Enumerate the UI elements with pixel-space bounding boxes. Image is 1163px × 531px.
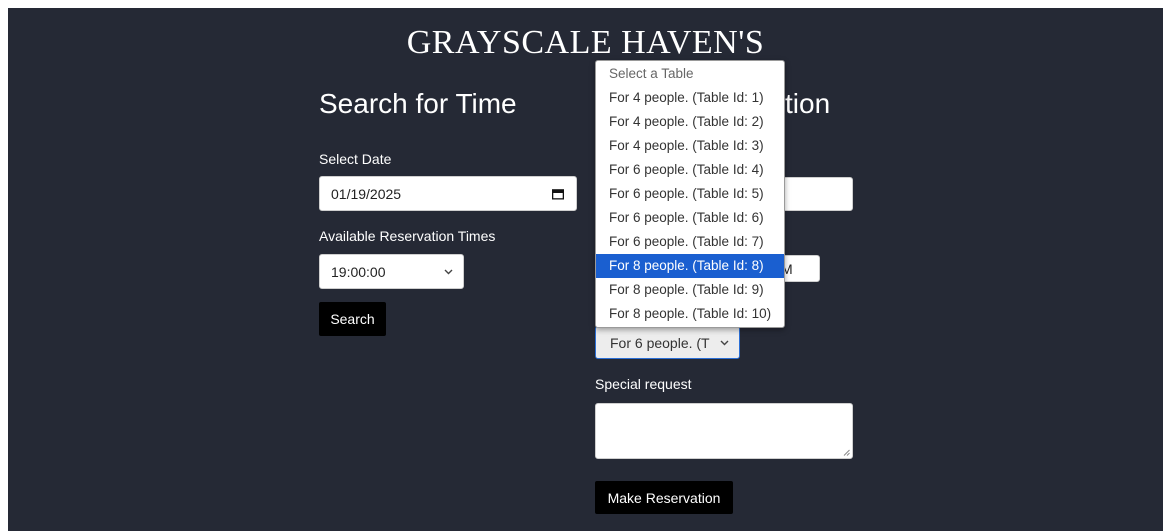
table-option[interactable]: For 4 people. (Table Id: 1) xyxy=(596,86,784,110)
table-select-value: For 6 people. (T xyxy=(610,334,710,351)
table-option[interactable]: For 8 people. (Table Id: 10) xyxy=(596,302,784,326)
table-option[interactable]: For 6 people. (Table Id: 7) xyxy=(596,230,784,254)
available-times-label: Available Reservation Times xyxy=(319,228,496,244)
chevron-down-icon xyxy=(444,269,453,274)
site-title: GRAYSCALE HAVEN'S xyxy=(406,24,765,61)
time-select-value: 19:00:00 xyxy=(331,263,386,280)
time-select[interactable]: 19:00:00 xyxy=(319,254,464,289)
table-option-highlighted[interactable]: For 8 people. (Table Id: 8) xyxy=(596,254,784,278)
date-value: 01/19/2025 xyxy=(331,185,402,202)
table-dropdown-list[interactable]: Select a Table For 4 people. (Table Id: … xyxy=(595,60,785,328)
special-request-textarea[interactable] xyxy=(595,403,853,459)
table-option[interactable]: Select a Table xyxy=(596,62,784,86)
search-button[interactable]: Search xyxy=(319,302,386,336)
resize-grip-icon[interactable] xyxy=(843,449,850,456)
table-option[interactable]: For 6 people. (Table Id: 5) xyxy=(596,182,784,206)
table-option[interactable]: For 8 people. (Table Id: 9) xyxy=(596,278,784,302)
table-option[interactable]: For 4 people. (Table Id: 2) xyxy=(596,110,784,134)
table-option[interactable]: For 6 people. (Table Id: 6) xyxy=(596,206,784,230)
select-date-label: Select Date xyxy=(319,151,392,167)
table-select[interactable]: For 6 people. (T xyxy=(595,326,740,359)
date-input[interactable]: 01/19/2025 xyxy=(319,176,577,211)
table-option[interactable]: For 6 people. (Table Id: 4) xyxy=(596,158,784,182)
search-heading: Search for Time xyxy=(319,88,517,119)
make-reservation-button[interactable]: Make Reservation xyxy=(595,481,733,514)
chevron-down-icon xyxy=(720,340,729,345)
table-option[interactable]: For 4 people. (Table Id: 3) xyxy=(596,134,784,158)
reservation-heading-visible: tion xyxy=(785,88,831,119)
page-frame: GRAYSCALE HAVEN'S Search for Time Select… xyxy=(8,8,1163,531)
calendar-icon[interactable] xyxy=(552,188,564,199)
special-request-label: Special request xyxy=(595,376,692,392)
